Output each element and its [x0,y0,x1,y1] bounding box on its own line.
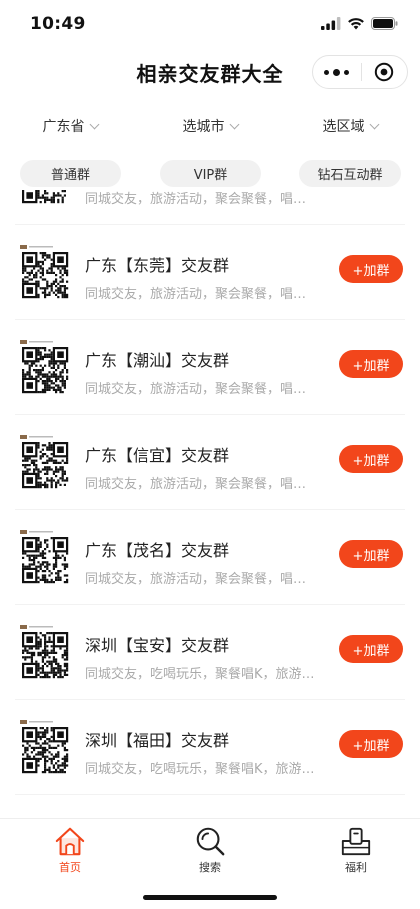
group-qr-code [19,719,71,775]
qr-code-icon [19,719,71,775]
search-icon [196,827,225,856]
province-filter[interactable]: 广东省 [0,108,140,144]
group-description: 同城交友，吃喝玩乐，聚餐唱K，旅游户外 [85,762,315,777]
filter-label: 选区域 [322,119,365,135]
home-indicator [143,895,277,900]
tab-welfare[interactable]: 福利 [316,825,396,875]
join-group-button[interactable]: +加群 [339,350,403,378]
more-dot-icon [324,69,330,75]
bottom-tab-bar: 首页 搜索 福利 [0,818,420,909]
group-description: 同城交友，旅游活动，聚会聚餐，唱歌k吧 [85,477,315,492]
tab-label: 福利 [345,861,367,874]
status-bar: 10:49 [0,0,420,48]
more-dot-icon [333,68,341,76]
wifi-icon [348,18,364,30]
mini-program-capsule [312,55,408,89]
group-title: 深圳【福田】交友群 [85,731,230,750]
group-description: 同城交友，旅游活动，聚会聚餐，唱歌k吧 [85,382,315,397]
group-description: 同城交友，吃喝玩乐，聚餐唱K，旅游户… [85,667,315,682]
battery-icon [371,17,398,30]
gift-icon [341,827,371,856]
group-card[interactable]: 同城交友，旅游活动，聚会聚餐，唱歌k吧+加群 [15,190,405,225]
home-icon [55,827,85,856]
nav-header: 相亲交友群大全 [0,48,420,96]
category-vip-group[interactable]: VIP群 [160,160,261,187]
chevron-down-icon [229,119,239,129]
group-qr-code [19,244,71,300]
signal-icon [321,17,341,30]
group-qr-code [19,434,71,490]
status-time: 10:49 [30,14,86,34]
qr-code-icon [19,529,71,585]
group-title: 广东【信宜】交友群 [85,446,230,465]
filter-label: 广东省 [42,119,85,135]
group-card[interactable]: 深圳【宝安】交友群同城交友，吃喝玩乐，聚餐唱K，旅游户… +加群 [15,605,405,700]
group-title: 广东【潮汕】交友群 [85,351,230,370]
tab-label: 搜索 [199,861,221,874]
group-qr-code [19,339,71,395]
group-qr-code [19,624,71,680]
group-card[interactable]: 深圳【福田】交友群同城交友，吃喝玩乐，聚餐唱K，旅游户外 +加群 [15,700,405,795]
tab-label: 首页 [59,861,81,874]
group-card[interactable]: 广东【东莞】交友群同城交友，旅游活动，聚会聚餐，唱歌k吧 +加群 [15,225,405,320]
join-group-button[interactable]: +加群 [339,730,403,758]
group-title: 深圳【宝安】交友群 [85,636,230,655]
group-description: 同城交友，旅游活动，聚会聚餐，唱歌k吧 [85,287,315,302]
join-group-button[interactable]: +加群 [339,445,403,473]
group-description: 同城交友，旅游活动，聚会聚餐，唱歌k吧 [85,572,315,587]
group-card[interactable]: 广东【潮汕】交友群同城交友，旅游活动，聚会聚餐，唱歌k吧 +加群 [15,320,405,415]
qr-code-icon [19,339,71,395]
group-title: 广东【东莞】交友群 [85,256,230,275]
qr-code-icon [19,434,71,490]
app-screen: 10:49 相亲交友群大全 广东省 选城市 选区域 普通群 VIP群 钻石互动群… [0,0,420,909]
qr-code-icon [19,624,71,680]
group-card[interactable]: 广东【茂名】交友群同城交友，旅游活动，聚会聚餐，唱歌k吧 +加群 [15,510,405,605]
group-list[interactable]: 同城交友，旅游活动，聚会聚餐，唱歌k吧+加群广东【东莞】交友群同城交友，旅游活动… [0,190,420,818]
status-icons [321,17,398,30]
category-diamond-group[interactable]: 钻石互动群 [299,160,401,187]
group-title: 广东【茂名】交友群 [85,541,230,560]
tab-home[interactable]: 首页 [30,825,110,875]
chevron-down-icon [369,119,379,129]
qr-code-icon [19,190,71,205]
category-tabs: 普通群 VIP群 钻石互动群 [0,160,420,188]
tab-search[interactable]: 搜索 [170,825,250,875]
more-dot-icon [344,69,350,75]
group-list-inner: 同城交友，旅游活动，聚会聚餐，唱歌k吧+加群广东【东莞】交友群同城交友，旅游活动… [0,190,420,795]
chevron-down-icon [89,119,99,129]
group-description: 同城交友，旅游活动，聚会聚餐，唱歌k吧 [85,192,315,207]
filter-label: 选城市 [182,119,225,135]
district-filter[interactable]: 选区域 [280,108,420,144]
group-card[interactable]: 广东【信宜】交友群同城交友，旅游活动，聚会聚餐，唱歌k吧 +加群 [15,415,405,510]
group-qr-code [19,190,71,205]
target-close-icon [375,62,394,82]
city-filter[interactable]: 选城市 [140,108,280,144]
join-group-button[interactable]: +加群 [339,540,403,568]
more-button[interactable] [313,56,361,88]
close-mini-program-button[interactable] [361,56,407,88]
region-filter-bar: 广东省 选城市 选区域 [0,108,420,144]
group-qr-code [19,529,71,585]
join-group-button[interactable]: +加群 [339,255,403,283]
category-normal-group[interactable]: 普通群 [20,160,121,187]
qr-code-icon [19,244,71,300]
join-group-button[interactable]: +加群 [339,635,403,663]
